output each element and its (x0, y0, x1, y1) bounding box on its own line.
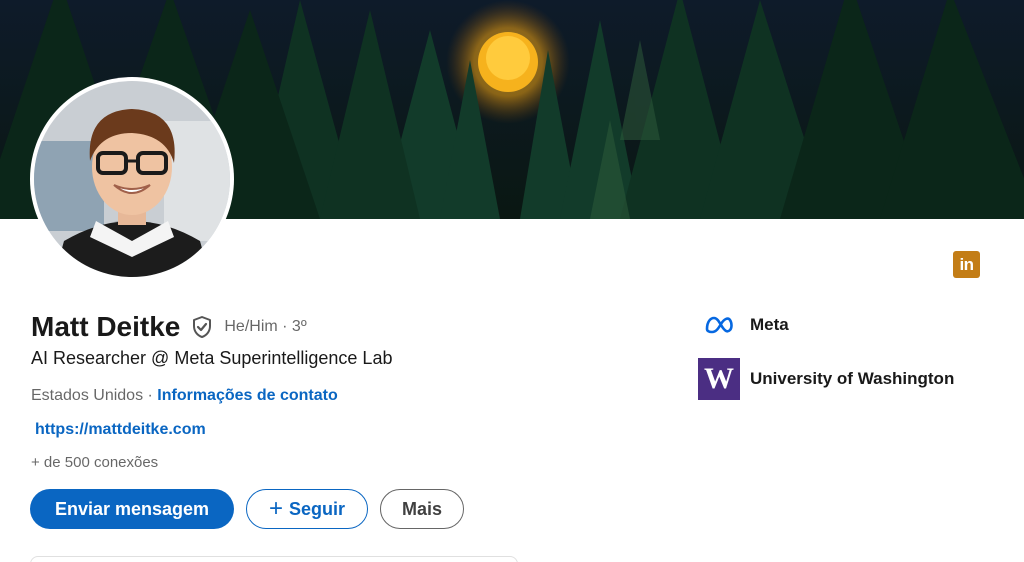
follow-label: Seguir (289, 498, 346, 519)
pronouns-degree: He/Him · 3º (224, 318, 307, 335)
meta-logo-icon (705, 316, 733, 334)
profile-actions: Enviar mensagem + Seguir Mais (30, 489, 464, 529)
connections-count[interactable]: + de 500 conexões (31, 454, 158, 471)
org-university-of-washington[interactable]: W University of Washington (698, 358, 954, 400)
profile-headline: AI Researcher @ Meta Superintelligence L… (31, 348, 393, 368)
website-link[interactable]: https://mattdeitke.com (35, 421, 206, 439)
linkedin-icon[interactable]: in (953, 251, 980, 278)
verified-shield-icon[interactable] (190, 315, 214, 339)
uw-logo-text: W (704, 362, 734, 395)
profile-photo (34, 81, 230, 277)
location-text: Estados Unidos (31, 387, 144, 404)
plus-icon: + (268, 495, 283, 522)
more-button[interactable]: Mais (380, 489, 464, 529)
location-row: Estados Unidos · Informações de contato (31, 387, 338, 405)
uw-logo-icon: W (698, 358, 740, 400)
profile-name: Matt Deitke (31, 311, 181, 342)
profile-avatar[interactable] (30, 77, 234, 281)
org-uw-name: University of Washington (750, 369, 955, 388)
org-meta-name: Meta (750, 315, 789, 334)
org-meta[interactable]: Meta (704, 315, 789, 335)
next-section-card (30, 556, 518, 562)
contact-info-link[interactable]: Informações de contato (157, 387, 337, 404)
follow-button[interactable]: + Seguir (246, 489, 368, 529)
send-message-button[interactable]: Enviar mensagem (30, 489, 234, 529)
location-separator: · (143, 387, 158, 404)
profile-name-row: Matt Deitke He/Him · 3º (31, 308, 307, 346)
